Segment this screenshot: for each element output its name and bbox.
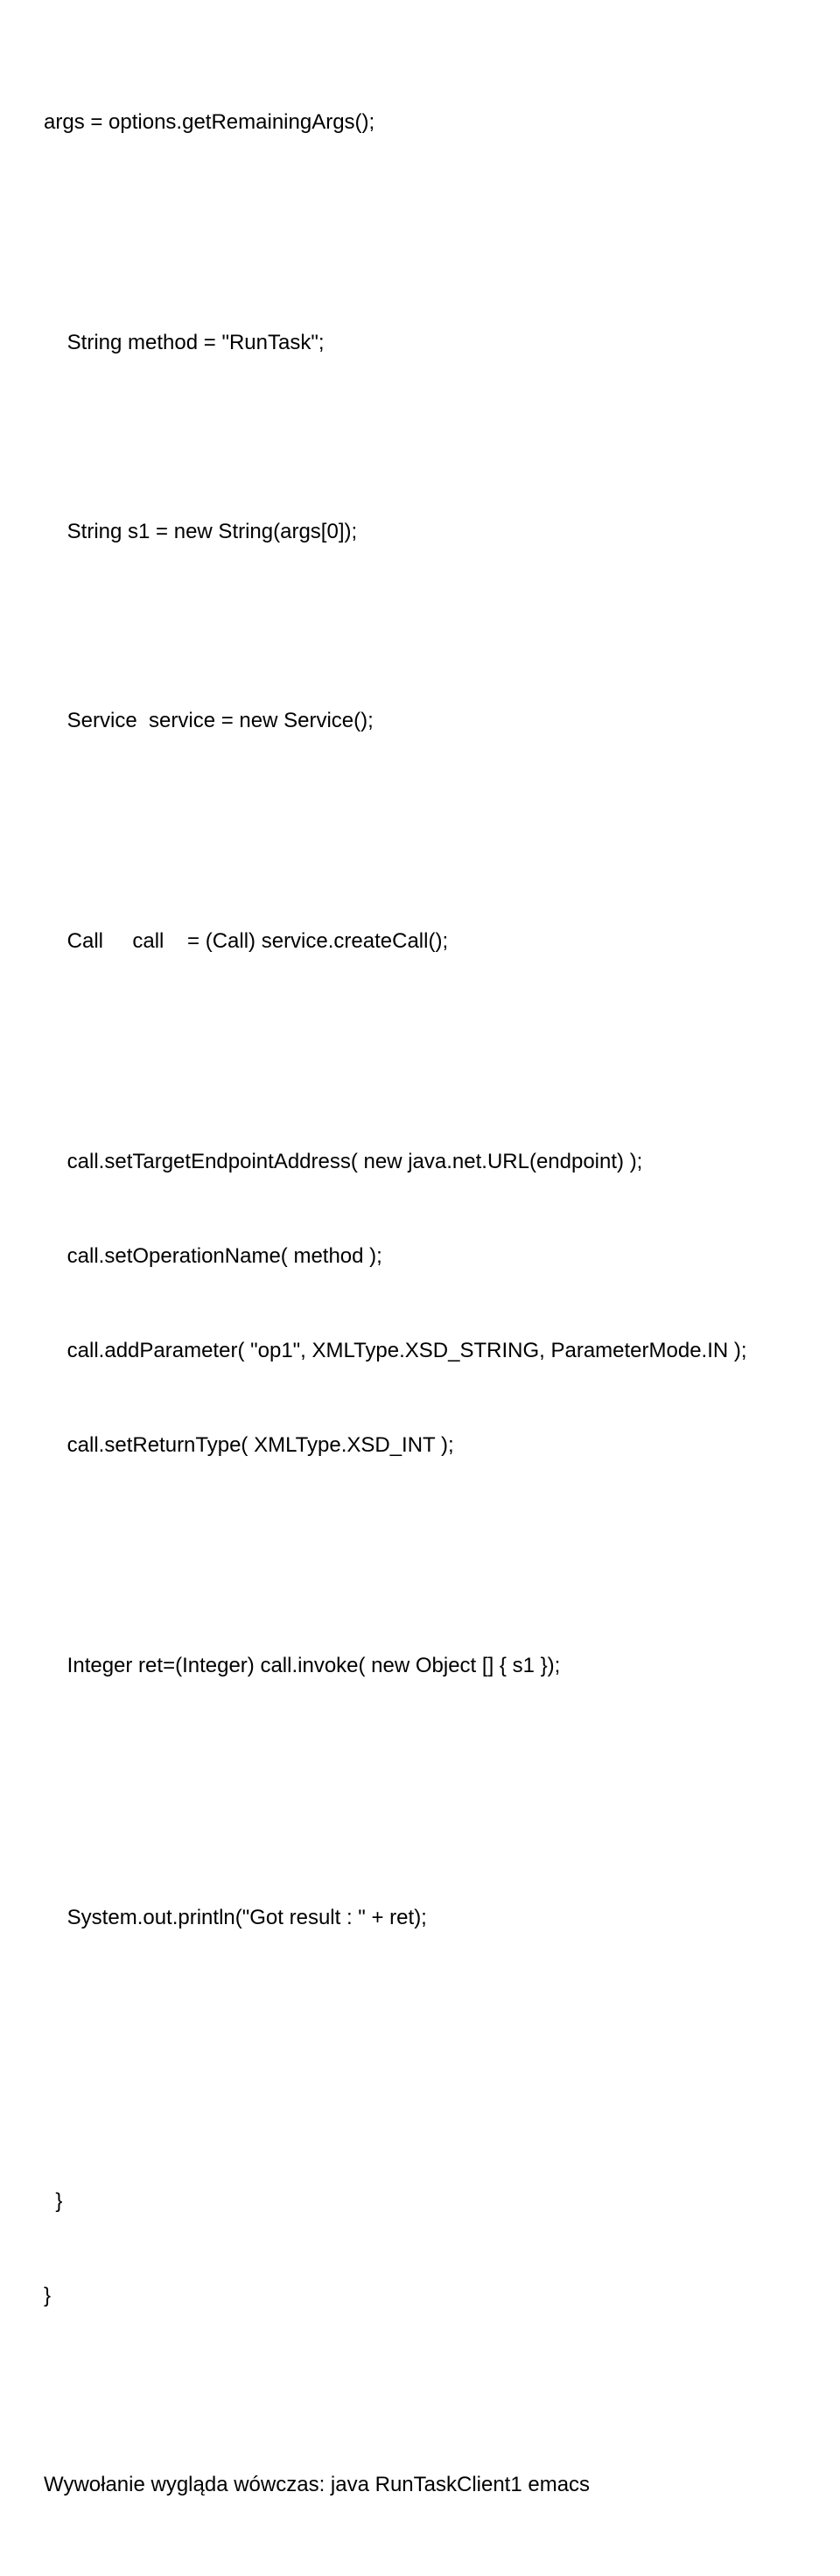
code-line: args = options.getRemainingArgs(); (44, 107, 796, 138)
code-line: Service service = new Service(); (44, 705, 796, 737)
code-line: call.addParameter( "op1", XMLType.XSD_ST… (44, 1335, 796, 1367)
code-line: Integer ret=(Integer) call.invoke( new O… (44, 1650, 796, 1682)
code-line: call.setTargetEndpointAddress( new java.… (44, 1146, 796, 1178)
code-line: Call call = (Call) service.createCall(); (44, 926, 796, 957)
code-line: String method = "RunTask"; (44, 327, 796, 359)
code-line: call.setOperationName( method ); (44, 1241, 796, 1272)
code-line: String s1 = new String(args[0]); (44, 516, 796, 548)
code-listing: args = options.getRemainingArgs(); Strin… (44, 44, 796, 2532)
text-line: Wywołanie wygląda wówczas: java RunTaskC… (44, 2469, 796, 2501)
code-line: System.out.println("Got result : " + ret… (44, 1902, 796, 1934)
code-line: } (44, 2280, 796, 2312)
code-line: call.setReturnType( XMLType.XSD_INT ); (44, 1430, 796, 1461)
code-line: } (44, 2186, 796, 2217)
